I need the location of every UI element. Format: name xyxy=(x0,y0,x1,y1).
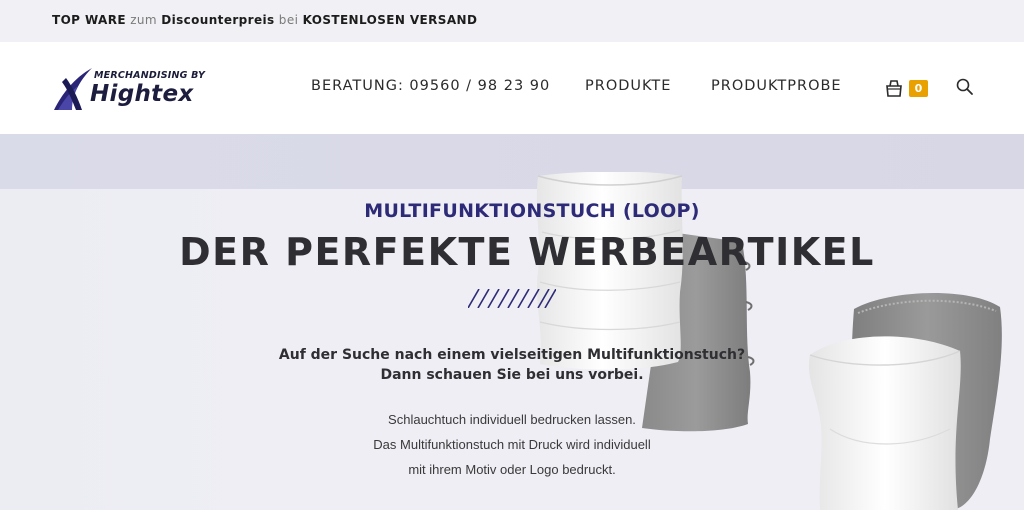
top-info-highlight-3: KOSTENLOSEN VERSAND xyxy=(302,13,478,27)
hero-lead-line-2: Dann schauen Sie bei uns vorbei. xyxy=(380,367,644,383)
cart-count-badge: 0 xyxy=(909,80,928,97)
top-info-bar: TOP WARE zum Discounterpreis bei KOSTENL… xyxy=(0,0,1024,42)
search-button[interactable] xyxy=(956,78,974,96)
nav-item-produkte[interactable]: PRODUKTE xyxy=(585,78,671,94)
logo-brand: Hightex xyxy=(90,81,194,107)
top-info-connector-1: zum xyxy=(130,13,157,27)
top-info-highlight-1: TOP WARE xyxy=(52,13,126,27)
hero-title: DER PERFEKTE WERBEARTIKEL xyxy=(179,230,875,274)
search-icon xyxy=(956,78,973,95)
hero-lead: Auf der Suche nach einem vielseitigen Mu… xyxy=(0,345,1024,385)
top-info-connector-2: bei xyxy=(278,13,299,27)
shopping-bag-icon xyxy=(886,80,902,97)
hero-description-line-2: Das Multifunktionstuch mit Druck wird in… xyxy=(373,437,651,452)
site-header: MERCHANDISING BY Hightex BERATUNG: 09560… xyxy=(0,42,1024,134)
top-info-text: TOP WARE zum Discounterpreis bei KOSTENL… xyxy=(52,13,477,27)
hero-band xyxy=(0,134,1024,189)
cart-button[interactable]: 0 xyxy=(885,78,931,100)
hero-lead-line-1: Auf der Suche nach einem vielseitigen Mu… xyxy=(278,347,746,363)
nav-item-beratung[interactable]: BERATUNG: 09560 / 98 23 90 xyxy=(311,78,550,94)
decorative-stripes xyxy=(468,289,556,308)
logo-tagline: MERCHANDISING BY xyxy=(94,70,206,81)
hero-description: Schlauchtuch individuell bedrucken lasse… xyxy=(0,407,1024,482)
hero-description-line-3: mit ihrem Motiv oder Logo bedruckt. xyxy=(408,462,616,477)
top-info-highlight-2: Discounterpreis xyxy=(161,13,275,27)
hero-subtitle: MULTIFUNKTIONSTUCH (LOOP) xyxy=(364,200,700,222)
hero-description-line-1: Schlauchtuch individuell bedrucken lasse… xyxy=(388,412,636,427)
site-logo[interactable]: MERCHANDISING BY Hightex xyxy=(52,64,212,114)
nav-item-produktprobe[interactable]: PRODUKTPROBE xyxy=(711,78,842,94)
hero-section: MULTIFUNKTIONSTUCH (LOOP) DER PERFEKTE W… xyxy=(0,134,1024,510)
